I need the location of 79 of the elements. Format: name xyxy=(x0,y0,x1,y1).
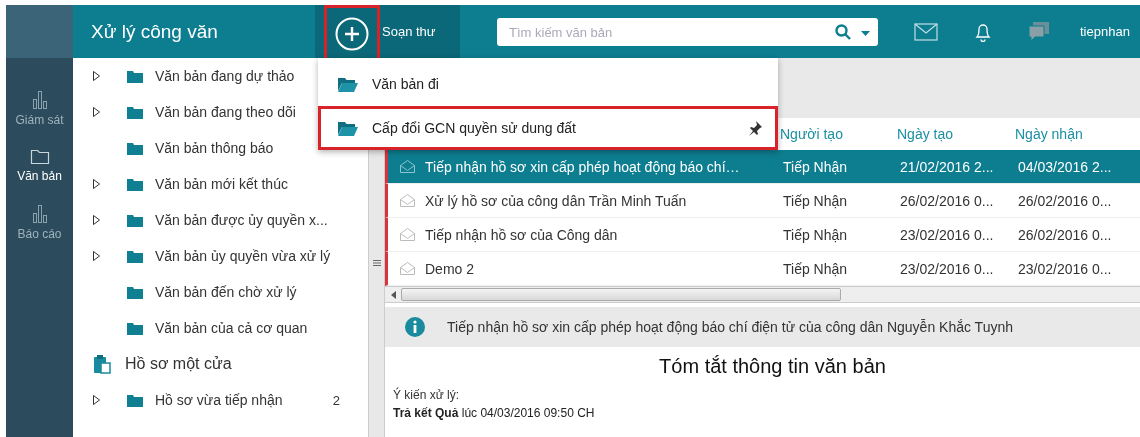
bar-chart-icon xyxy=(31,203,48,223)
mail-button[interactable] xyxy=(914,22,938,41)
column-header[interactable]: Người tạo xyxy=(780,126,897,142)
mail-icon xyxy=(914,22,938,41)
tree-item[interactable]: Văn bản đang theo dõi xyxy=(155,104,296,120)
bar-chart-icon xyxy=(31,89,48,109)
grip-icon xyxy=(372,258,381,267)
table-cell-text: 04/03/2016 2... xyxy=(1018,158,1113,175)
menu-item[interactable]: Văn bản đi xyxy=(318,62,778,106)
horizontal-scrollbar[interactable] xyxy=(385,286,1140,303)
clipboard-icon xyxy=(93,354,111,374)
envelope-icon xyxy=(400,194,415,207)
table-cell-text: 23/02/2016 0... xyxy=(1018,260,1113,277)
table-cell-text: Tiếp Nhận xyxy=(783,192,849,209)
bell-icon xyxy=(974,21,992,42)
table-cell-text: 23/02/2016 0... xyxy=(900,260,995,277)
envelope-icon xyxy=(400,160,415,173)
folder-icon xyxy=(127,213,143,227)
caret-icon xyxy=(861,31,870,37)
app-title: Xử lý công văn xyxy=(90,19,219,44)
folder-icon xyxy=(127,141,143,155)
info-icon xyxy=(405,317,425,337)
section-title: Tóm tắt thông tin văn bản xyxy=(658,355,887,378)
envelope-icon xyxy=(400,228,415,241)
item-count: 2 xyxy=(332,392,340,408)
result-text: Trả kết Quả lúc 04/03/2016 09:50 CH xyxy=(393,406,596,420)
plus-circle-icon xyxy=(335,16,369,51)
folder-icon xyxy=(127,69,143,83)
table-cell-text: 26/02/2016 0... xyxy=(900,192,995,209)
envelope-icon xyxy=(400,262,415,275)
table-cell: Demo 2 xyxy=(425,260,475,277)
scroll-left-icon xyxy=(390,290,396,299)
table-cell: Tiếp nhận hồ sơ của Công dân xyxy=(425,226,618,243)
table-cell-text: 26/02/2016 0... xyxy=(1018,192,1113,209)
folder-icon xyxy=(29,147,50,165)
table-cell-text: Tiếp Nhận xyxy=(783,260,849,277)
compose-button[interactable]: Soạn thư xyxy=(315,5,460,58)
table-cell-text: Tiếp Nhận xyxy=(783,158,849,175)
menu-item[interactable]: Cấp đổi GCN quyền sử dung đất xyxy=(318,106,778,150)
search-icon xyxy=(835,24,851,40)
tree-item[interactable]: Văn bản thông báo xyxy=(155,140,274,156)
table-cell-text: Tiếp Nhận xyxy=(783,226,849,243)
column-header[interactable]: Ngày tạo xyxy=(897,126,1015,142)
table-cell-text: 23/02/2016 0... xyxy=(900,226,995,243)
folder-icon xyxy=(127,321,143,335)
nav-item[interactable]: Văn bản xyxy=(6,146,73,184)
tree-item[interactable]: Hồ sơ vừa tiếp nhận xyxy=(155,392,283,408)
tree-item[interactable]: Văn bản ủy quyền vừa xử lý xyxy=(155,248,331,264)
chat-icon xyxy=(1028,20,1050,43)
folder-icon xyxy=(127,285,143,299)
folder-icon xyxy=(127,393,143,407)
folder-icon xyxy=(127,249,143,263)
nav-item[interactable]: Báo cáo xyxy=(6,202,73,242)
tree-item[interactable]: Văn bản của cả cơ quan xyxy=(155,320,308,336)
nav-item[interactable]: Giám sát xyxy=(6,88,73,128)
table-cell-text: 21/02/2016 2... xyxy=(900,158,995,175)
table-cell-text: 26/02/2016 0... xyxy=(1018,226,1113,243)
folder-icon xyxy=(127,105,143,119)
tree-item[interactable]: Văn bản đến chờ xử lý xyxy=(155,284,297,300)
folder-icon xyxy=(127,177,143,191)
user-name[interactable]: tiepnhan xyxy=(1080,24,1130,39)
open-folder-icon xyxy=(338,76,358,92)
scroll-thumb[interactable] xyxy=(401,288,841,301)
table-cell: Tiếp nhận hồ sơ xin cấp phép hoạt động báo chí… xyxy=(425,158,740,175)
table-row[interactable]: Tiếp nhận hồ sơ của Công dân Tiếp Nhận 23/02/2016 0... 26/02/2016 0... xyxy=(385,218,1140,252)
tree-item[interactable]: Văn bản đang dự thảo xyxy=(155,68,295,84)
tree-item[interactable]: Văn bản được ủy quyền x... xyxy=(155,212,328,228)
field-label: Ý kiến xử lý: xyxy=(393,388,461,402)
open-folder-icon xyxy=(338,120,358,136)
table-row[interactable]: Tiếp nhận hồ sơ xin cấp phép hoạt động báo chí… Tiếp Nhận 21/02/2016 2... 04/03/2016 2... xyxy=(385,150,1140,184)
table-row[interactable]: Xử lý hồ sơ của công dân Trần Minh Tuấn Tiếp Nhận 26/02/2016 0... 26/02/2016 0... xyxy=(385,184,1140,218)
info-text: Tiếp nhận hồ sơ xin cấp phép hoạt động báo chí điện tử của công dân Nguyễn Khắc Tuynh xyxy=(447,319,1013,335)
chat-button[interactable] xyxy=(1028,20,1050,43)
notifications-button[interactable] xyxy=(974,21,992,42)
tree-item[interactable]: Văn bản mới kết thúc xyxy=(155,176,288,192)
column-header[interactable]: Ngày nhận xyxy=(1015,126,1133,142)
section-heading: Hồ sơ một cửa xyxy=(125,355,232,373)
table-cell: Xử lý hồ sơ của công dân Trần Minh Tuấn xyxy=(425,192,687,209)
search-field[interactable]: Tìm kiếm văn bản xyxy=(497,18,878,46)
